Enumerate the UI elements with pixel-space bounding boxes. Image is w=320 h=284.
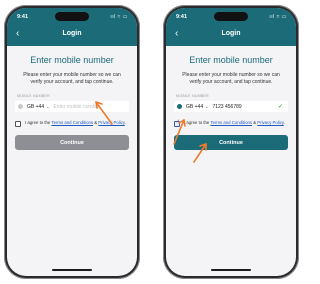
status-icons: ııl ≈ ▭ <box>269 14 287 20</box>
dynamic-island <box>55 12 89 21</box>
chevron-down-icon[interactable]: ⌄ <box>205 104 208 109</box>
consent-text: I agree to the Terms and Conditions & Pr… <box>184 120 285 125</box>
continue-button[interactable]: Continue <box>15 135 129 150</box>
mobile-number-input[interactable]: 7123 456789 <box>212 104 241 110</box>
country-code-select[interactable]: GB +44 <box>27 104 44 110</box>
login-screen-before: 9:41 ııl ≈ ▭ ‹ Login Enter mobile number… <box>7 8 137 276</box>
terms-link[interactable]: Terms and Conditions <box>210 120 252 125</box>
status-dot-icon <box>18 104 23 109</box>
consent-suffix: . <box>283 120 285 125</box>
home-indicator <box>211 269 251 271</box>
instructions: Please enter your mobile number so we ca… <box>23 72 121 85</box>
annotation-arrow-continue <box>193 143 207 163</box>
terms-consent-row: ✓ I agree to the Terms and Conditions & … <box>174 119 288 127</box>
annotation-arrow-checkbox <box>173 119 186 145</box>
instructions: Please enter your mobile number so we ca… <box>182 72 280 85</box>
annotation-arrow-phone-field <box>95 101 113 125</box>
heading: Enter mobile number <box>30 55 114 65</box>
home-indicator <box>52 269 92 271</box>
app-header: 9:41 ııl ≈ ▭ ‹ Login <box>7 8 137 46</box>
mobile-number-field[interactable]: GB +44 ⌄ 7123 456789 ✓ <box>174 101 288 112</box>
heading: Enter mobile number <box>189 55 273 65</box>
chevron-down-icon[interactable]: ⌄ <box>46 104 49 109</box>
valid-check-icon: ✓ <box>277 104 283 110</box>
terms-checkbox[interactable] <box>15 121 21 127</box>
dynamic-island <box>214 12 248 21</box>
status-dot-icon <box>177 104 182 109</box>
status-icons: ııl ≈ ▭ <box>110 14 128 20</box>
mobile-number-label: MOBILE NUMBER <box>176 94 209 98</box>
country-code-select[interactable]: GB +44 <box>186 104 203 110</box>
consent-suffix: . <box>124 120 126 125</box>
consent-prefix: I agree to the <box>25 120 52 125</box>
privacy-link[interactable]: Privacy Policy <box>257 120 283 125</box>
status-time: 9:41 <box>176 14 188 20</box>
phone-frame-before: 9:41 ııl ≈ ▭ ‹ Login Enter mobile number… <box>4 5 140 279</box>
page-title: Login <box>62 30 82 37</box>
page-title: Login <box>221 30 241 37</box>
status-time: 9:41 <box>17 14 29 20</box>
app-header: 9:41 ııl ≈ ▭ ‹ Login <box>166 8 296 46</box>
terms-link[interactable]: Terms and Conditions <box>51 120 93 125</box>
